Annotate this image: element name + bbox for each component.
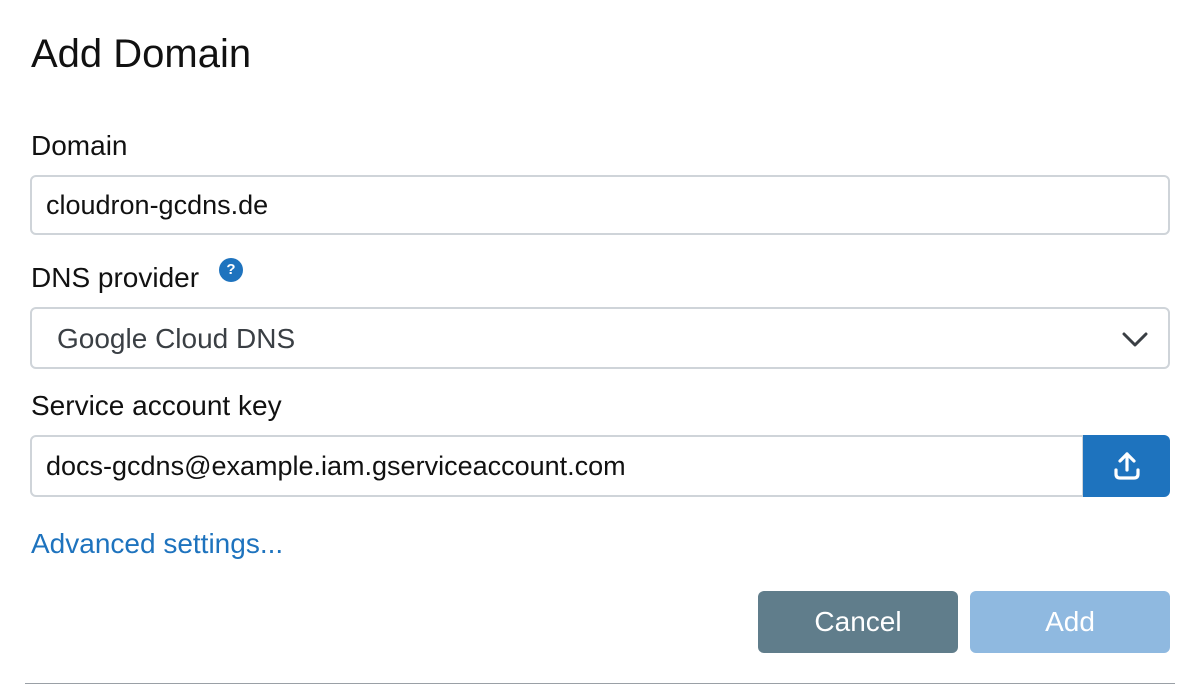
add-button[interactable]: Add: [970, 591, 1170, 653]
domain-input[interactable]: [30, 175, 1170, 235]
upload-key-button[interactable]: [1083, 435, 1170, 497]
dns-provider-select[interactable]: Google Cloud DNS: [30, 307, 1170, 369]
domain-label: Domain: [31, 130, 128, 161]
advanced-settings-link[interactable]: Advanced settings...: [31, 527, 283, 561]
service-account-key-label: Service account key: [31, 390, 282, 421]
chevron-down-icon: [1122, 332, 1148, 347]
service-account-key-input[interactable]: [30, 435, 1084, 497]
cancel-button[interactable]: Cancel: [758, 591, 958, 653]
upload-icon: [1114, 452, 1140, 480]
help-question-icon[interactable]: ?: [219, 258, 243, 282]
add-domain-dialog: Add Domain Domain DNS provider ? Google …: [0, 0, 1200, 684]
dns-provider-selected-value: Google Cloud DNS: [57, 323, 296, 354]
dialog-title: Add Domain: [31, 32, 252, 76]
dns-provider-label: DNS provider: [31, 262, 200, 293]
